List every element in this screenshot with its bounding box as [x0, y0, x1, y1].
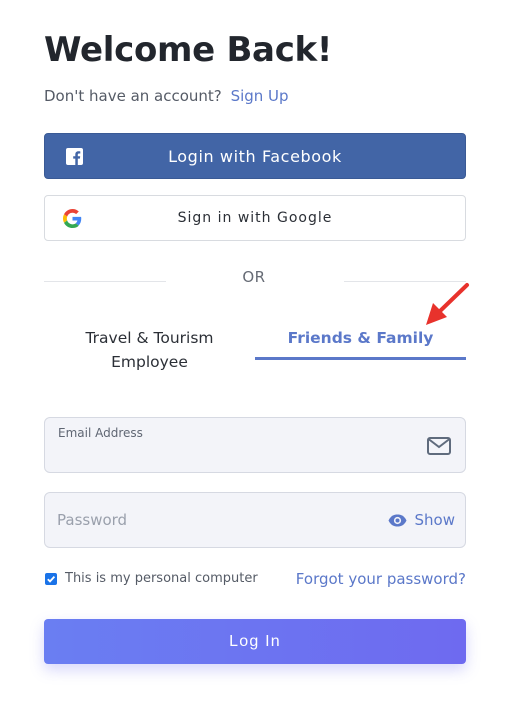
- tab-label: Friends & Family: [287, 329, 434, 347]
- show-label: Show: [414, 511, 455, 529]
- google-signin-label: Sign in with Google: [177, 210, 333, 226]
- mail-icon: [427, 437, 451, 455]
- password-field[interactable]: Show: [44, 492, 466, 548]
- facebook-icon: [66, 148, 83, 165]
- active-tab-indicator: [255, 357, 466, 360]
- tab-label: Travel & Tourism: [85, 329, 214, 347]
- remember-row: This is my personal computer: [44, 571, 258, 586]
- facebook-login-label: Login with Facebook: [168, 146, 342, 166]
- divider-left: [44, 281, 166, 282]
- email-field[interactable]: Email Address: [44, 417, 466, 473]
- facebook-login-button[interactable]: Login with Facebook: [44, 133, 466, 179]
- eye-icon: [388, 514, 407, 526]
- page-title: Welcome Back!: [44, 30, 333, 70]
- or-separator: OR: [242, 268, 266, 286]
- forgot-password-link[interactable]: Forgot your password?: [296, 570, 466, 588]
- tab-label: Employee: [111, 353, 188, 371]
- email-input[interactable]: [57, 440, 407, 468]
- password-input[interactable]: [57, 506, 407, 534]
- red-arrow-icon: [426, 283, 469, 325]
- checkmark-icon: [47, 575, 56, 583]
- signup-row: Don't have an account? Sign Up: [44, 87, 289, 105]
- email-label: Email Address: [58, 426, 143, 440]
- show-password-toggle[interactable]: Show: [388, 511, 455, 529]
- login-button[interactable]: Log In: [44, 619, 466, 664]
- google-signin-button[interactable]: Sign in with Google: [44, 195, 466, 241]
- remember-checkbox[interactable]: [45, 572, 57, 585]
- signup-prompt: Don't have an account?: [44, 87, 222, 105]
- tab-travel-tourism-employee[interactable]: Travel & Tourism Employee: [44, 326, 255, 374]
- google-icon: [63, 209, 82, 228]
- signup-link[interactable]: Sign Up: [231, 87, 289, 105]
- remember-label: This is my personal computer: [65, 571, 258, 586]
